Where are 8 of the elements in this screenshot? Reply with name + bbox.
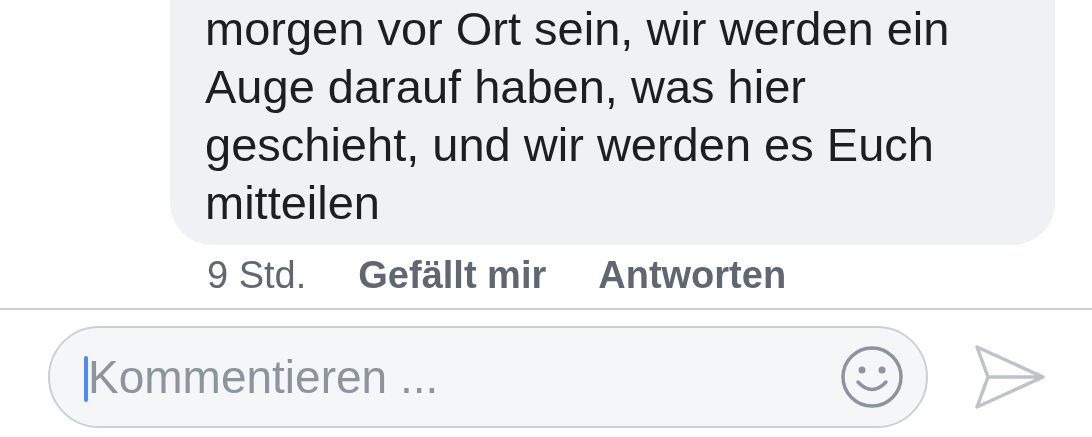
comment-box[interactable]: Kommentieren ... <box>48 326 928 428</box>
comment-field[interactable]: Kommentieren ... <box>86 350 840 404</box>
comment-text: morgen vor Ort sein, wir werden ein Auge darauf haben, was hier geschieht, und wir werden es Euch mitteilen <box>205 1 951 231</box>
like-link[interactable]: Gefällt mir <box>358 253 547 297</box>
send-icon[interactable] <box>974 344 1046 410</box>
smiley-icon[interactable] <box>840 345 904 409</box>
comment-time: 9 Std. <box>207 253 307 297</box>
reply-link[interactable]: Antworten <box>598 253 787 297</box>
